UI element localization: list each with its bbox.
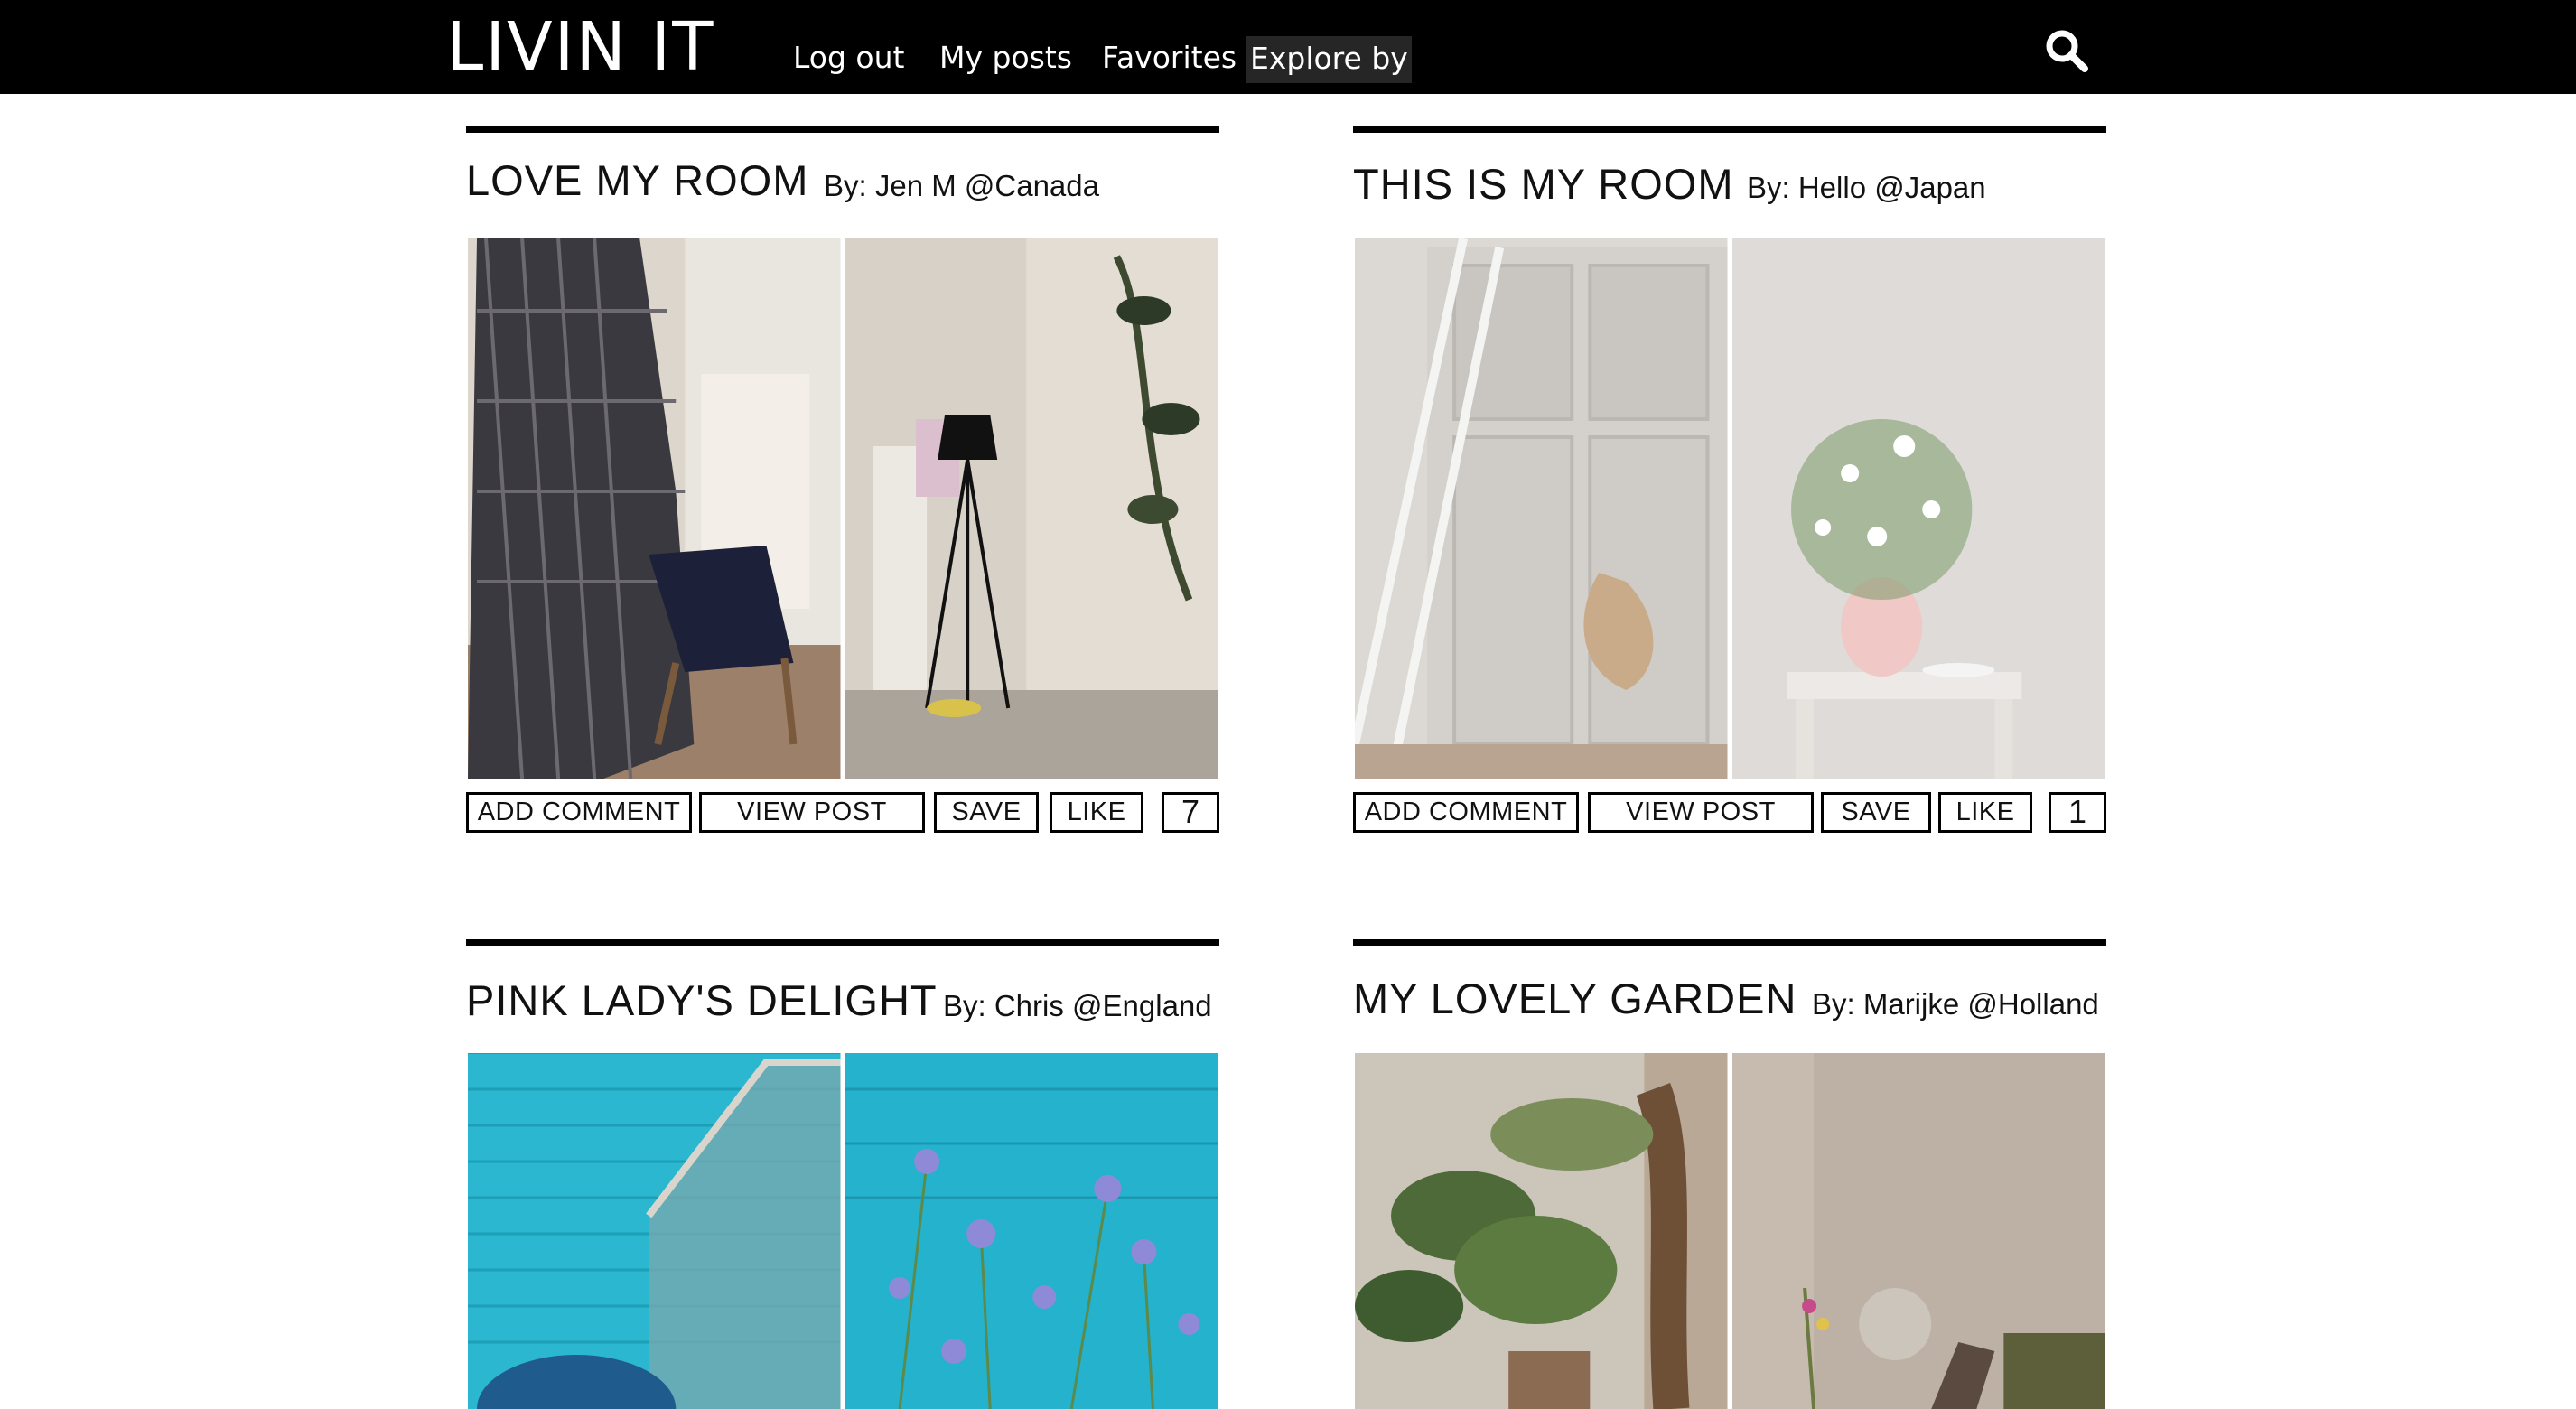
post-byline: By: Marijke @Holland bbox=[1812, 987, 2099, 1021]
post-photos bbox=[468, 238, 1218, 779]
post-photo[interactable] bbox=[845, 1053, 1218, 1409]
post-photo[interactable] bbox=[468, 1053, 841, 1409]
like-count: 1 bbox=[2049, 792, 2106, 833]
post-photo[interactable] bbox=[1731, 238, 2105, 779]
add-comment-button[interactable]: ADD COMMENT bbox=[1353, 792, 1579, 833]
post-title[interactable]: THIS IS MY ROOM bbox=[1353, 159, 1734, 210]
nav-log-out[interactable]: Log out bbox=[793, 33, 904, 83]
post-divider bbox=[466, 126, 1219, 133]
post-actions: ADD COMMENT VIEW POST SAVE LIKE 7 bbox=[466, 792, 1219, 833]
like-button[interactable]: LIKE bbox=[1938, 792, 2032, 833]
post-card: MY LOVELY GARDEN By: Marijke @Holland bbox=[1353, 939, 2106, 1409]
view-post-button[interactable]: VIEW POST bbox=[1588, 792, 1814, 833]
post-photo[interactable] bbox=[468, 238, 841, 779]
post-byline: By: Jen M @Canada bbox=[824, 169, 1099, 202]
post-byline: By: Hello @Japan bbox=[1747, 171, 1986, 204]
post-card: THIS IS MY ROOM By: Hello @Japan ADD COM… bbox=[1353, 126, 2106, 849]
site-logo[interactable]: LIVIN IT bbox=[446, 2, 714, 92]
post-photo[interactable] bbox=[1355, 238, 1728, 779]
post-byline: By: Chris @England bbox=[943, 989, 1212, 1022]
top-nav-bar: LIVIN IT Log out My posts Favorites Expl… bbox=[0, 0, 2576, 94]
like-button[interactable]: LIKE bbox=[1050, 792, 1143, 833]
like-count: 7 bbox=[1162, 792, 1219, 833]
save-button[interactable]: SAVE bbox=[1821, 792, 1931, 833]
post-photos bbox=[1355, 1053, 2105, 1409]
post-title[interactable]: LOVE MY ROOM bbox=[466, 155, 808, 206]
post-photo[interactable] bbox=[845, 238, 1218, 779]
post-card: LOVE MY ROOM By: Jen M @Canada ADD COMME… bbox=[466, 126, 1219, 849]
post-divider bbox=[1353, 939, 2106, 946]
nav-explore-by[interactable]: Explore by bbox=[1246, 36, 1412, 83]
post-card: PINK LADY'S DELIGHT By: Chris @England bbox=[466, 939, 1219, 1409]
nav-favorites[interactable]: Favorites bbox=[1102, 33, 1237, 83]
save-button[interactable]: SAVE bbox=[934, 792, 1039, 833]
post-divider bbox=[1353, 126, 2106, 133]
post-photo[interactable] bbox=[1731, 1053, 2105, 1409]
nav-my-posts[interactable]: My posts bbox=[939, 33, 1072, 83]
search-icon[interactable] bbox=[2043, 27, 2090, 74]
view-post-button[interactable]: VIEW POST bbox=[699, 792, 925, 833]
add-comment-button[interactable]: ADD COMMENT bbox=[466, 792, 692, 833]
post-title[interactable]: PINK LADY'S DELIGHT bbox=[466, 975, 938, 1026]
post-title[interactable]: MY LOVELY GARDEN bbox=[1353, 974, 1797, 1024]
post-photos bbox=[468, 1053, 1218, 1409]
post-photos bbox=[1355, 238, 2105, 779]
post-photo[interactable] bbox=[1355, 1053, 1728, 1409]
post-actions: ADD COMMENT VIEW POST SAVE LIKE 1 bbox=[1353, 792, 2106, 833]
post-divider bbox=[466, 939, 1219, 946]
